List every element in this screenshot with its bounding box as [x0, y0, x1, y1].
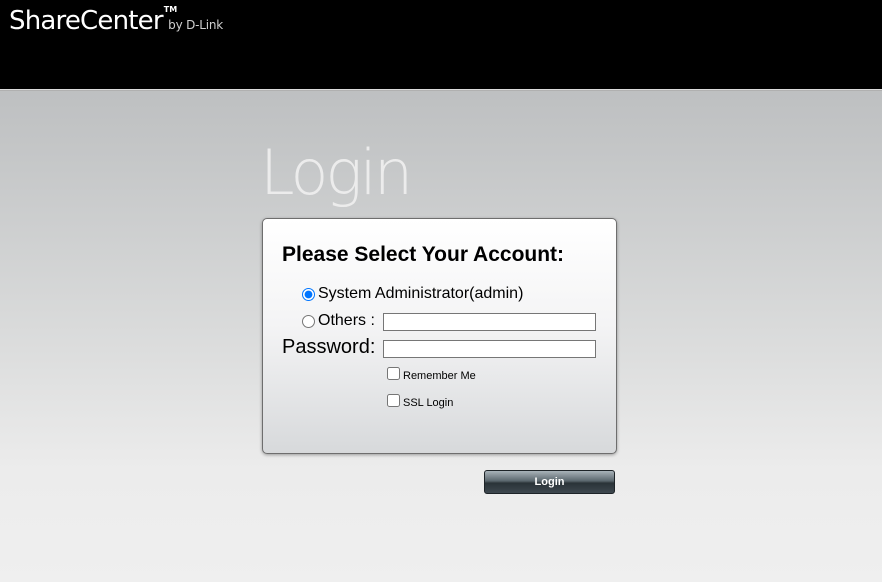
login-panel: Please Select Your Account: System Admin… — [262, 218, 617, 454]
header-bar: ShareCenterTM by D-Link — [0, 0, 882, 89]
header-divider — [0, 89, 882, 91]
brand-by-dlink: by D-Link — [168, 18, 224, 32]
sharecenter-logo: ShareCenterTM by D-Link — [9, 5, 231, 36]
admin-account-option[interactable]: System Administrator(admin) — [302, 285, 523, 303]
password-input[interactable] — [383, 340, 596, 358]
ssl-login-checkbox[interactable] — [387, 394, 400, 407]
page-title: Login — [260, 136, 413, 209]
brand-trademark: TM — [163, 5, 178, 14]
remember-me-checkbox[interactable] — [387, 367, 400, 380]
admin-radio-label: System Administrator(admin) — [318, 285, 524, 302]
remember-me-label: Remember Me — [403, 369, 476, 382]
others-account-option[interactable]: Others : — [302, 312, 375, 330]
brand-name: ShareCenter — [9, 6, 164, 36]
others-username-input[interactable] — [383, 313, 596, 331]
admin-radio[interactable] — [302, 287, 315, 301]
password-label: Password: — [282, 336, 376, 358]
ssl-login-option[interactable]: SSL Login — [387, 394, 454, 409]
others-radio[interactable] — [302, 314, 315, 328]
login-button[interactable]: Login — [484, 470, 615, 494]
others-radio-label: Others : — [318, 312, 375, 329]
remember-me-option[interactable]: Remember Me — [387, 367, 476, 382]
account-select-heading: Please Select Your Account: — [282, 243, 565, 266]
ssl-login-label: SSL Login — [403, 396, 454, 409]
